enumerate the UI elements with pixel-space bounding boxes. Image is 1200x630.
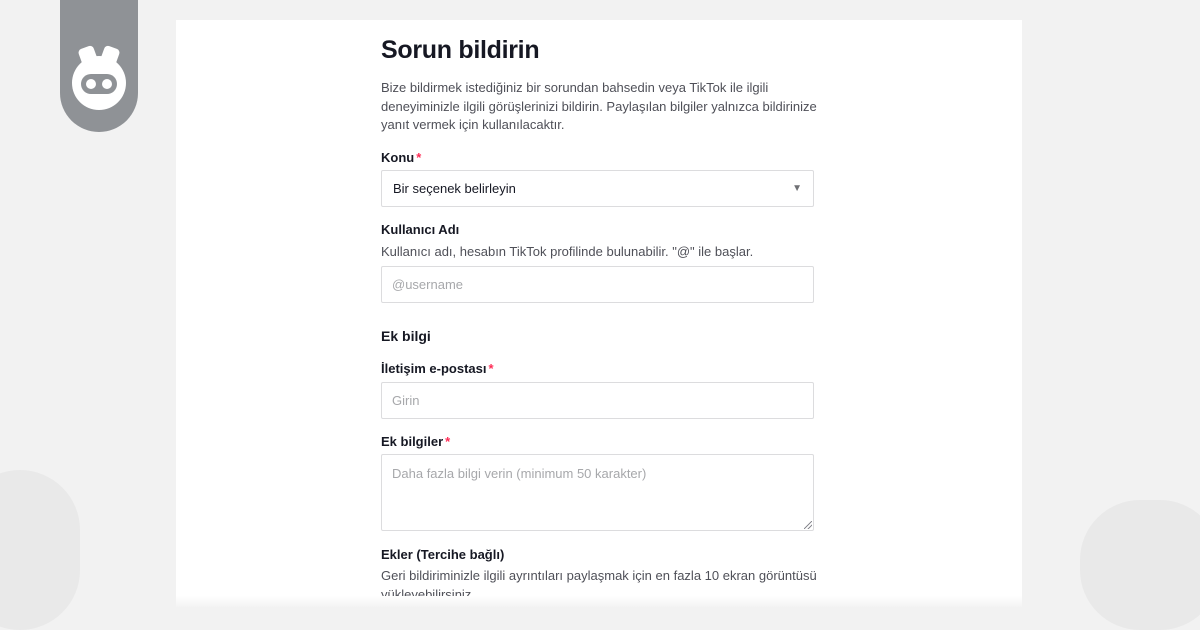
topic-select[interactable]: Bir seçenek belirleyin ▼ [381,170,814,207]
report-form-card: Sorun bildirin Bize bildirmek istediğini… [176,20,1022,606]
additional-info-heading: Ek bilgi [381,328,431,344]
required-mark: * [488,361,494,376]
card-bottom-fade [176,596,1022,608]
email-label-text: İletişim e-postası [381,361,487,376]
email-input[interactable] [381,382,814,419]
details-textarea-wrapper [381,454,814,531]
username-input[interactable] [381,266,814,303]
details-textarea[interactable] [381,454,814,531]
required-mark: * [416,150,422,165]
resize-handle-icon[interactable] [804,521,812,529]
chevron-down-icon: ▼ [792,183,802,194]
background-watermark [0,470,80,630]
topic-label: Konu * [381,150,421,165]
details-label-text: Ek bilgiler [381,434,444,449]
attachments-label: Ekler (Tercihe bağlı) [381,547,505,562]
details-label: Ek bilgiler * [381,434,450,449]
topic-select-value: Bir seçenek belirleyin [393,181,516,196]
page-title: Sorun bildirin [381,36,540,64]
site-logo[interactable] [60,0,138,132]
intro-text: Bize bildirmek istediğiniz bir sorundan … [381,80,817,132]
required-mark: * [445,434,451,449]
username-label: Kullanıcı Adı [381,222,460,237]
mascot-icon [72,44,126,110]
background-watermark [1080,500,1200,630]
topic-label-text: Konu [381,150,415,165]
email-label: İletişim e-postası * [381,361,494,376]
username-helper: Kullanıcı adı, hesabın TikTok profilinde… [381,244,754,259]
